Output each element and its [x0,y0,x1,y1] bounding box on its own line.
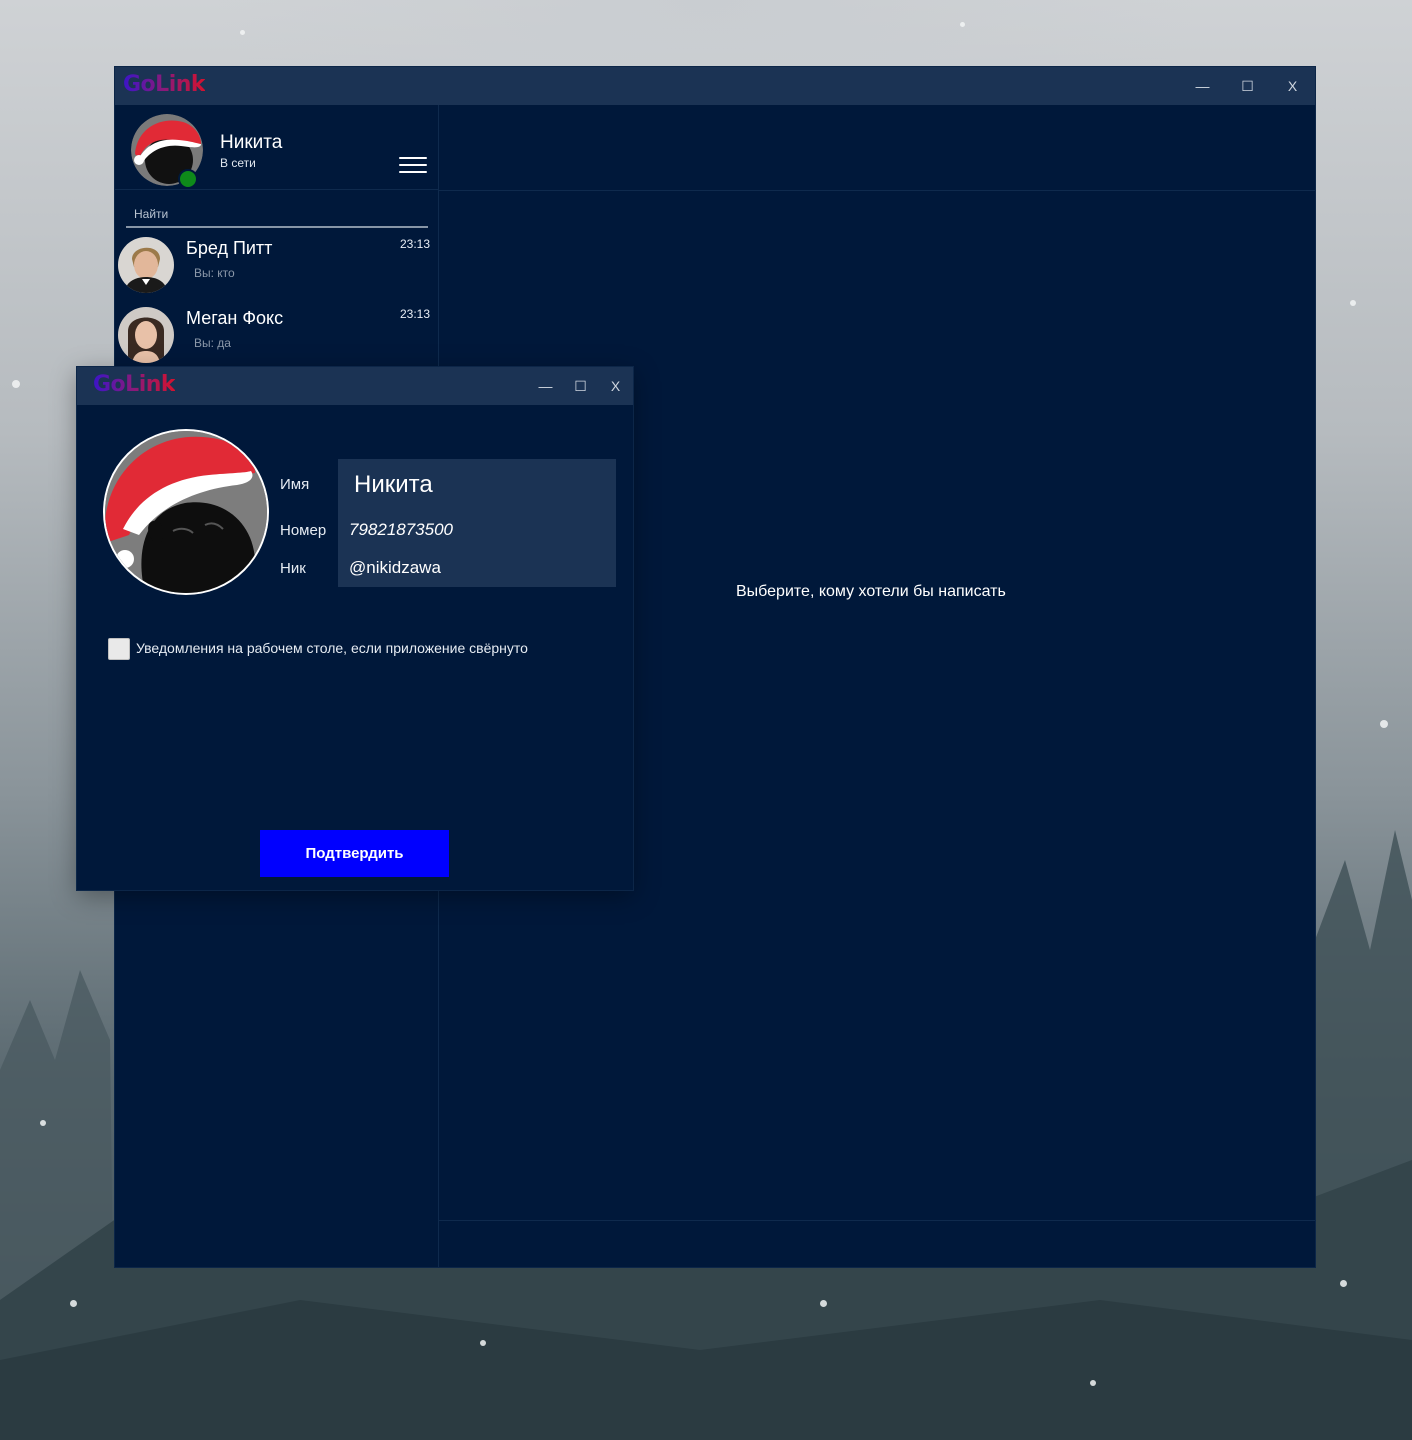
dialog-minimize-button[interactable]: — [528,367,563,405]
dialog-titlebar[interactable]: GoLink — ☐ X [77,367,633,405]
snowflake [480,1340,486,1346]
profile-dialog: GoLink — ☐ X Имя Никита Номер 7982187350… [77,367,633,890]
chat-time: 23:13 [399,237,430,251]
dialog-logo: GoLink [93,372,176,397]
confirm-button[interactable]: Подтвердить [260,830,449,877]
chat-time: 23:13 [399,307,430,321]
snowflake [1090,1380,1096,1386]
sidebar-divider [115,189,438,190]
search-input[interactable]: Найти [134,207,168,221]
snowflake [40,1120,46,1126]
profile-status: В сети [220,156,256,170]
chat-list-item[interactable]: Меган Фокс 23:13 Вы: да [115,306,438,374]
phone-value: 79821873500 [349,520,454,539]
contact-avatar [118,307,174,363]
profile-header: Никита В сети [115,105,438,189]
name-value: Никита [354,471,433,498]
dialog-maximize-button[interactable]: ☐ [563,367,598,405]
online-indicator [178,169,198,189]
chat-list-item[interactable]: Бред Питт 23:13 Вы: кто [115,236,438,304]
name-field[interactable]: Никита [338,459,616,511]
notifications-checkbox[interactable] [108,638,130,660]
contact-avatar [118,237,174,293]
profile-avatar[interactable] [103,429,269,595]
main-titlebar[interactable]: GoLink — ☐ X [115,67,1315,105]
chat-name: Меган Фокс [186,308,284,328]
dialog-close-button[interactable]: X [598,367,633,405]
chat-header [439,105,1315,191]
minimize-button[interactable]: — [1180,67,1225,105]
snowflake [240,30,245,35]
snowflake [70,1300,77,1307]
dialog-window-controls: — ☐ X [528,367,633,405]
chat-preview: Вы: кто [194,266,235,280]
snowflake [1340,1280,1347,1287]
close-button[interactable]: X [1270,67,1315,105]
profile-name: Никита [220,132,283,153]
app-logo: GoLink [123,72,206,97]
chat-preview: Вы: да [194,336,231,350]
window-controls: — ☐ X [1180,67,1315,105]
phone-label: Номер [280,522,327,539]
chat-name: Бред Питт [186,238,273,258]
notifications-label: Уведомления на рабочем столе, если прило… [136,640,528,656]
snowflake [1350,300,1356,306]
phone-field[interactable]: 79821873500 [338,511,616,549]
nick-label: Ник [280,560,306,577]
name-label: Имя [280,476,310,493]
message-input-bar [439,1220,1315,1267]
nick-field[interactable]: @nikidzawa [338,549,616,587]
nick-value: @nikidzawa [349,558,441,577]
search-underline [126,226,428,228]
snowflake [960,22,965,27]
snowflake [820,1300,827,1307]
snowflake [1380,720,1388,728]
maximize-button[interactable]: ☐ [1225,67,1270,105]
snowflake [12,380,20,388]
hamburger-menu-icon[interactable] [399,157,427,177]
empty-chat-message: Выберите, кому хотели бы написать [736,583,1006,600]
